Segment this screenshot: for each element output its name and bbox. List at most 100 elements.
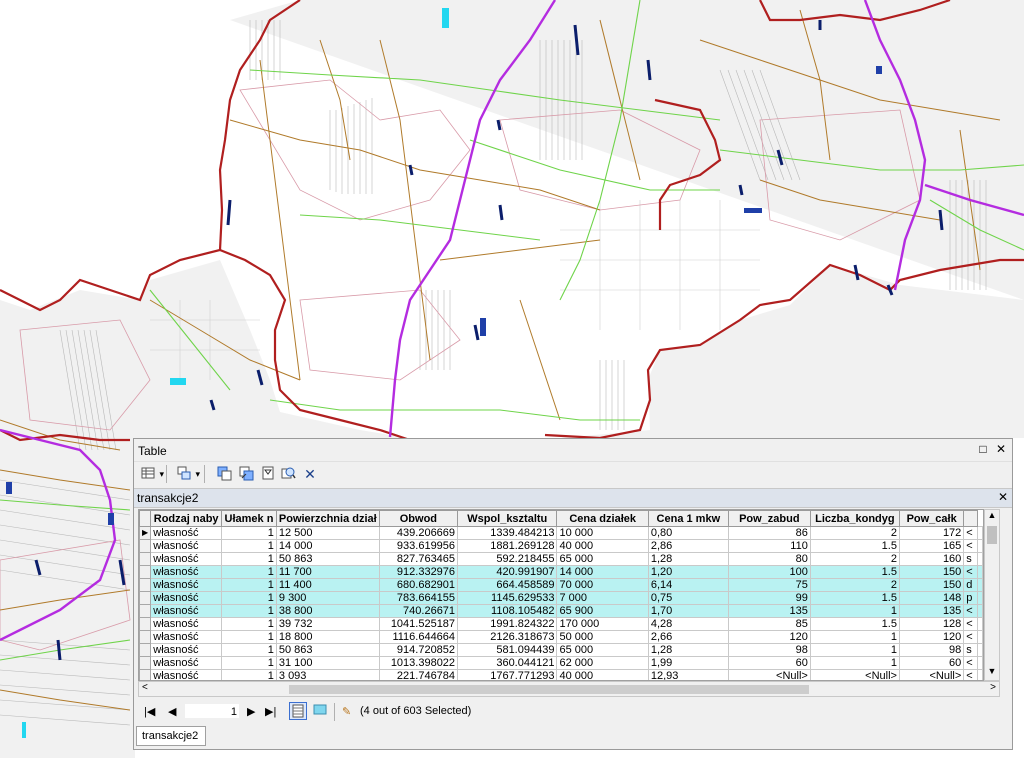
column-header[interactable]: Powierzchnia dział	[275, 510, 380, 527]
table-cell[interactable]: 827.763465	[378, 552, 459, 566]
table-cell[interactable]: 933.619956	[378, 539, 459, 553]
table-cell[interactable]: 592.218455	[457, 552, 558, 566]
table-cell[interactable]: 1	[221, 630, 277, 644]
table-cell[interactable]: 2	[809, 526, 900, 540]
table-cell[interactable]: 12,93	[647, 669, 729, 680]
horizontal-scroll-thumb[interactable]	[289, 685, 809, 694]
table-cell[interactable]: <	[963, 617, 978, 631]
table-cell[interactable]: własność	[150, 578, 223, 592]
column-header[interactable]: Pow_zabud	[727, 510, 811, 527]
show-all-records-icon[interactable]	[289, 702, 307, 720]
table-cell[interactable]: 1	[221, 604, 277, 618]
table-cell[interactable]: 80	[727, 552, 811, 566]
table-cell[interactable]: 1145.629533	[457, 591, 558, 605]
table-cell[interactable]: 1,28	[647, 643, 729, 657]
table-cell[interactable]: 1	[221, 656, 277, 670]
column-header[interactable]: Rodzaj naby	[150, 510, 223, 527]
first-record-icon[interactable]: |◀	[144, 705, 155, 718]
table-cell[interactable]: 2,86	[647, 539, 729, 553]
table-cell[interactable]: 1	[221, 643, 277, 657]
table-cell[interactable]: 135	[727, 604, 811, 618]
table-cell[interactable]: 1.5	[809, 539, 900, 553]
table-cell[interactable]: 0,75	[647, 591, 729, 605]
table-cell[interactable]: 1	[809, 630, 900, 644]
table-cell[interactable]: 120	[898, 630, 965, 644]
row-header[interactable]	[139, 604, 152, 618]
row-header[interactable]	[139, 669, 152, 680]
table-cell[interactable]: <	[963, 539, 978, 553]
table-cell[interactable]: 150	[898, 565, 965, 579]
table-cell[interactable]: 0,80	[647, 526, 729, 540]
table-cell[interactable]: własność	[150, 643, 223, 657]
horizontal-scrollbar[interactable]: < >	[138, 681, 1000, 697]
table-cell[interactable]: 783.664155	[378, 591, 459, 605]
table-cell[interactable]: 10 000	[556, 526, 649, 540]
row-header[interactable]	[139, 552, 152, 566]
table-cell[interactable]: 360.044121	[457, 656, 558, 670]
table-cell[interactable]: p	[963, 591, 978, 605]
close-layer-tab-button[interactable]: ✕	[998, 490, 1008, 504]
table-cell[interactable]: 420.991907	[457, 565, 558, 579]
row-header[interactable]	[139, 565, 152, 579]
table-cell[interactable]: 1,99	[647, 656, 729, 670]
row-header[interactable]	[139, 617, 152, 631]
column-header[interactable]: Liczba_kondyg	[809, 510, 900, 527]
table-row[interactable]: własność 1 11 700 912.332976 420.991907 14 00…	[139, 565, 983, 579]
table-cell[interactable]: 1	[809, 643, 900, 657]
close-window-button[interactable]: ✕	[994, 442, 1008, 456]
table-cell[interactable]: <	[963, 669, 978, 680]
switch-selection-icon[interactable]	[238, 466, 254, 482]
table-cell[interactable]: 165	[898, 539, 965, 553]
table-cell[interactable]: <Null>	[898, 669, 965, 680]
related-tables-icon[interactable]	[176, 466, 200, 482]
table-cell[interactable]: 1	[221, 526, 277, 540]
table-cell[interactable]: 40 000	[556, 669, 649, 680]
row-header[interactable]	[139, 656, 152, 670]
table-cell[interactable]: własność	[150, 630, 223, 644]
table-cell[interactable]: 2,66	[647, 630, 729, 644]
row-header[interactable]	[139, 578, 152, 592]
table-cell[interactable]: 1	[221, 669, 277, 680]
table-cell[interactable]: 148	[898, 591, 965, 605]
table-cell[interactable]: 4,28	[647, 617, 729, 631]
table-cell[interactable]: własność	[150, 526, 223, 540]
scroll-left-arrow[interactable]: <	[142, 682, 148, 693]
table-row[interactable]: własność 1 38 800 740.26671 1108.105482 65 90…	[139, 604, 983, 618]
table-row[interactable]: własność 1 39 732 1041.525187 1991.824322 170…	[139, 617, 983, 631]
table-cell[interactable]: 1,70	[647, 604, 729, 618]
table-cell[interactable]: 75	[727, 578, 811, 592]
table-cell[interactable]: 70 000	[556, 578, 649, 592]
table-cell[interactable]: 86	[727, 526, 811, 540]
clear-selection-icon[interactable]	[260, 466, 276, 482]
table-cell[interactable]: 1	[221, 552, 277, 566]
last-record-icon[interactable]: ▶|	[265, 705, 276, 718]
vertical-scrollbar[interactable]: ▲ ▼	[984, 509, 1000, 681]
column-header[interactable]: Cena działek	[556, 510, 649, 527]
table-cell[interactable]: 98	[727, 643, 811, 657]
table-cell[interactable]: 1339.484213	[457, 526, 558, 540]
row-header[interactable]	[139, 539, 152, 553]
vertical-scroll-thumb[interactable]	[987, 526, 997, 544]
table-cell[interactable]: 38 800	[275, 604, 380, 618]
column-header[interactable]: Ułamek n	[221, 510, 277, 527]
table-cell[interactable]: 65 000	[556, 552, 649, 566]
table-cell[interactable]: 14 000	[556, 565, 649, 579]
table-cell[interactable]: 581.094439	[457, 643, 558, 657]
table-cell[interactable]: 98	[898, 643, 965, 657]
table-cell[interactable]: 65 900	[556, 604, 649, 618]
table-cell[interactable]: s	[963, 552, 978, 566]
table-cell[interactable]: 39 732	[275, 617, 380, 631]
table-cell[interactable]: 740.26671	[378, 604, 459, 618]
table-cell[interactable]: 50 863	[275, 552, 380, 566]
table-cell[interactable]: 120	[727, 630, 811, 644]
table-cell[interactable]: 160	[898, 552, 965, 566]
table-window-titlebar[interactable]: Table □ ✕	[134, 439, 1012, 462]
table-row[interactable]: własność 1 11 400 680.682901 664.458589 70 00…	[139, 578, 983, 592]
table-cell[interactable]: własność	[150, 591, 223, 605]
table-cell[interactable]: 1108.105482	[457, 604, 558, 618]
table-row[interactable]: własność 1 50 863 914.720852 581.094439 65 00…	[139, 643, 983, 657]
table-cell[interactable]: 912.332976	[378, 565, 459, 579]
table-cell[interactable]: 1.5	[809, 565, 900, 579]
table-cell[interactable]: 1991.824322	[457, 617, 558, 631]
table-cell[interactable]: 1.5	[809, 617, 900, 631]
